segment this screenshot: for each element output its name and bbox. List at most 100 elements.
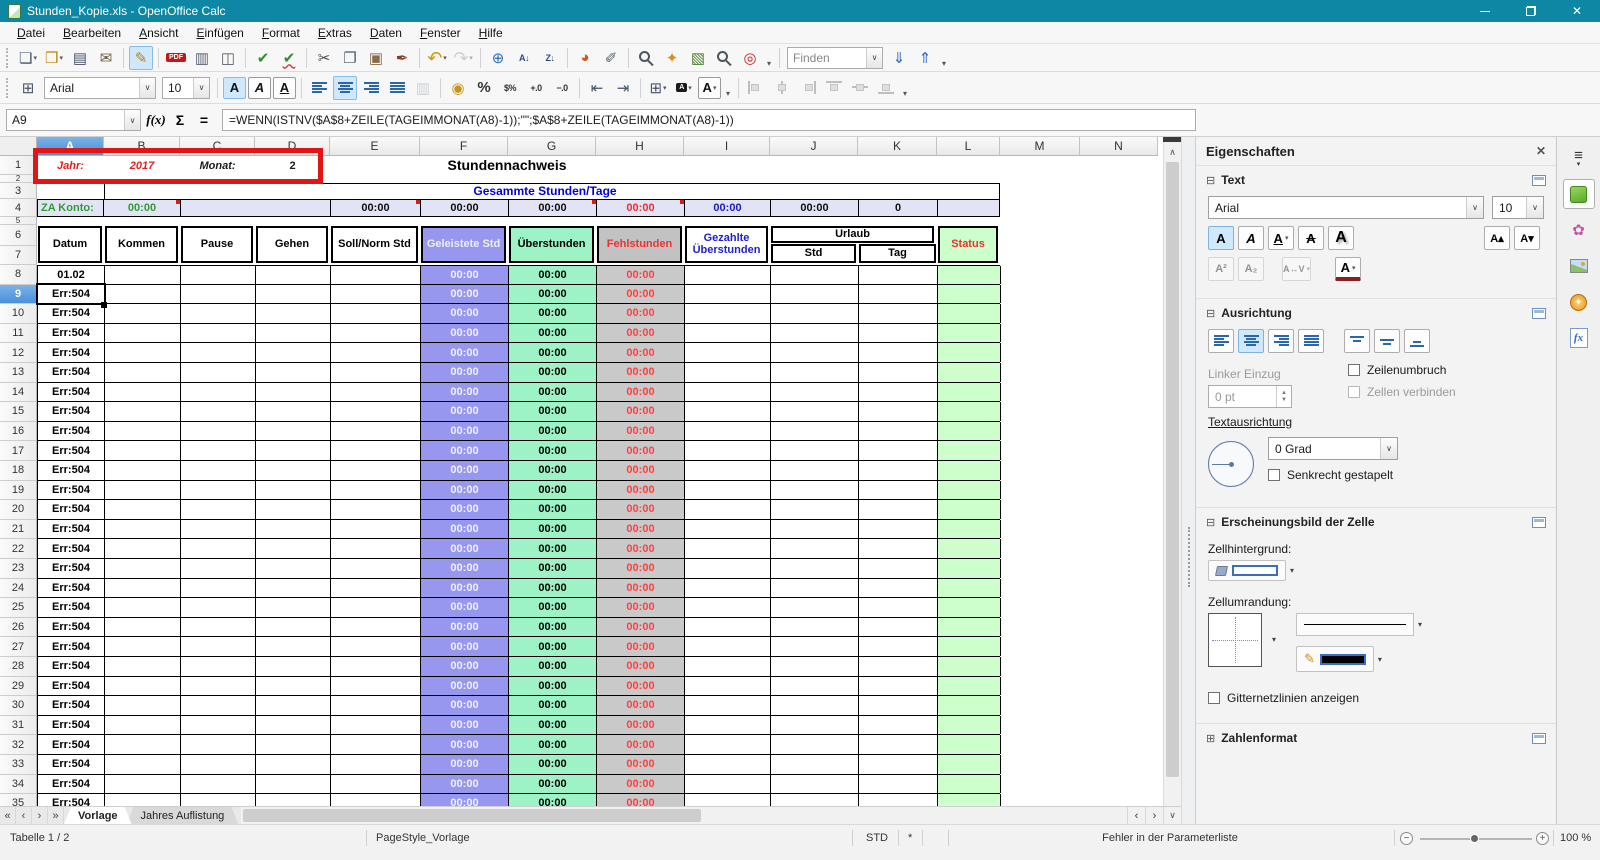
row-header-26[interactable]: 26 (0, 617, 37, 638)
merge-cells-checkbox[interactable]: Zellen verbinden (1348, 385, 1544, 399)
cell-F24[interactable]: 00:00 (421, 578, 509, 598)
cell-A8[interactable]: 01.02 (38, 266, 105, 284)
cell-C18[interactable] (181, 461, 256, 480)
print-icon[interactable]: ▥ (190, 46, 214, 70)
table-header-urlaub-std[interactable]: Std (771, 244, 856, 263)
cell-C28[interactable] (181, 657, 256, 676)
cell-B26[interactable] (105, 617, 181, 637)
sidebar-shadow-icon[interactable] (1328, 226, 1354, 250)
cell-K18[interactable] (859, 461, 938, 480)
cell-A28[interactable]: Err:504 (38, 657, 105, 676)
cell-E8[interactable] (331, 266, 421, 284)
cell-K14[interactable] (859, 382, 938, 402)
zoom-slider-thumb[interactable] (1470, 834, 1479, 843)
column-header-M[interactable]: M (1000, 137, 1080, 156)
cell-C27[interactable] (181, 637, 256, 656)
cell-J21[interactable] (771, 519, 859, 539)
find-replace-icon[interactable] (634, 46, 658, 70)
cell-E27[interactable] (331, 637, 421, 656)
cell-I13[interactable] (685, 363, 771, 382)
cell-L15[interactable] (938, 402, 1001, 421)
cell-C30[interactable] (181, 696, 256, 715)
font-size-dropdown-icon[interactable]: ∨ (1526, 197, 1543, 218)
table-header--berstunden[interactable]: Überstunden (509, 226, 594, 263)
save-icon[interactable]: ▤ (68, 46, 92, 70)
sidebar-align-center-icon[interactable] (1238, 329, 1264, 353)
cell-B18[interactable] (105, 461, 181, 480)
cell-L27[interactable] (938, 637, 1001, 656)
sidebar-font-name-select[interactable]: Arial ∨ (1208, 196, 1484, 219)
sidebar-panel-icon[interactable]: ⊞ (16, 76, 40, 100)
vertical-scrollbar-thumb[interactable] (1166, 162, 1179, 777)
menu-item-einfügen[interactable]: Einfügen (187, 24, 252, 42)
cell-A26[interactable]: Err:504 (38, 617, 105, 637)
cell-K35[interactable] (859, 794, 938, 806)
cell-L33[interactable] (938, 755, 1001, 774)
cell-F33[interactable]: 00:00 (421, 755, 509, 774)
cell-J27[interactable] (771, 637, 859, 656)
cell-H27[interactable]: 00:00 (597, 637, 685, 656)
cell-L25[interactable] (938, 598, 1001, 617)
cell-E14[interactable] (331, 382, 421, 402)
cell-C21[interactable] (181, 519, 256, 539)
row-header-32[interactable]: 32 (0, 735, 37, 755)
row-header-30[interactable]: 30 (0, 696, 37, 716)
scroll-up-icon[interactable] (1164, 144, 1181, 161)
cell-I14[interactable] (685, 382, 771, 402)
cell-B9[interactable] (105, 284, 181, 304)
cell-L19[interactable] (938, 480, 1001, 500)
cell-A32[interactable]: Err:504 (38, 735, 105, 754)
cell-E26[interactable] (331, 617, 421, 637)
column-header-N[interactable]: N (1080, 137, 1158, 156)
cell-J11[interactable] (771, 323, 859, 343)
cell-B20[interactable] (105, 500, 181, 519)
sidebar-bold-icon[interactable] (1208, 226, 1234, 250)
cell-D31[interactable] (256, 715, 331, 735)
print-preview-icon[interactable]: ◫ (216, 46, 240, 70)
equals-icon[interactable]: = (192, 109, 216, 131)
cell-K12[interactable] (859, 343, 938, 362)
next-sheet-icon[interactable]: › (32, 807, 48, 824)
cell-K20[interactable] (859, 500, 938, 519)
row-header-18[interactable]: 18 (0, 461, 37, 481)
cell-E28[interactable] (331, 657, 421, 676)
cell-B22[interactable] (105, 539, 181, 558)
cell-E11[interactable] (331, 323, 421, 343)
cell-F22[interactable]: 00:00 (421, 539, 509, 558)
cell-A35[interactable]: Err:504 (38, 794, 105, 806)
find-next-icon[interactable]: ⇓ (887, 46, 911, 70)
cell-J12[interactable] (771, 343, 859, 362)
zoom-in-icon[interactable] (1536, 832, 1549, 845)
cell-I21[interactable] (685, 519, 771, 539)
cell-B30[interactable] (105, 696, 181, 715)
cell-B12[interactable] (105, 343, 181, 362)
table-header-urlaub[interactable]: Urlaub (771, 226, 934, 243)
cell-F27[interactable]: 00:00 (421, 637, 509, 656)
expand-icon[interactable] (1206, 732, 1215, 745)
scroll-right-icon[interactable] (1145, 807, 1163, 824)
stacked-checkbox[interactable]: Senkrecht gestapelt (1268, 468, 1544, 482)
cell-H24[interactable]: 00:00 (597, 578, 685, 598)
cell-I12[interactable] (685, 343, 771, 362)
cell-K24[interactable] (859, 578, 938, 598)
cell-B32[interactable] (105, 735, 181, 754)
cell-L35[interactable] (938, 794, 1001, 806)
cell-K33[interactable] (859, 755, 938, 774)
currency-format-icon[interactable]: ◉ (446, 76, 470, 100)
cell-G15[interactable]: 00:00 (509, 402, 597, 421)
cell-G25[interactable]: 00:00 (509, 598, 597, 617)
column-header-I[interactable]: I (684, 137, 770, 156)
cell-K4[interactable]: 0 (859, 200, 938, 216)
cell-E29[interactable] (331, 676, 421, 696)
row-header-9[interactable]: 9 (0, 284, 37, 305)
cell-F30[interactable]: 00:00 (421, 696, 509, 715)
cell-D22[interactable] (256, 539, 331, 558)
cell-H8[interactable]: 00:00 (597, 266, 685, 284)
column-header-J[interactable]: J (770, 137, 858, 156)
cell-A11[interactable]: Err:504 (38, 323, 105, 343)
toolbar-grip[interactable] (6, 47, 10, 68)
cell-I20[interactable] (685, 500, 771, 519)
zoom-slider[interactable] (1420, 834, 1532, 843)
cell-I16[interactable] (685, 421, 771, 441)
format-paintbrush-icon[interactable]: ✒ (390, 46, 414, 70)
